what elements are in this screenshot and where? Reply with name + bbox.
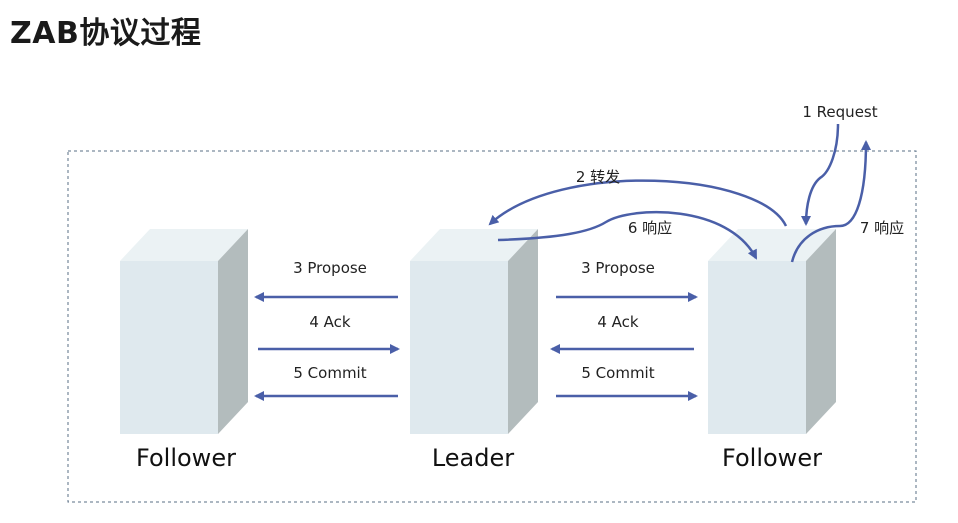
zab-diagram: Follower Leader Follower 3 Propose 4 Ack… [67,103,917,503]
request-label: 1 Request [802,103,877,121]
leader-box [410,229,538,434]
forward-label: 2 转发 [576,168,620,186]
propose-left-label: 3 Propose [293,259,367,277]
follower-right-box [708,229,836,434]
follower-left-box [120,229,248,434]
commit-left-label: 5 Commit [293,364,366,382]
response-follower-label: 6 响应 [628,219,672,237]
leader-label: Leader [432,444,514,472]
arrow-request [801,123,840,226]
commit-right-label: 5 Commit [581,364,654,382]
propose-right-label: 3 Propose [581,259,655,277]
ack-left-label: 4 Ack [309,313,351,331]
ack-right-label: 4 Ack [597,313,639,331]
follower-right-label: Follower [722,444,822,472]
response-client-label: 7 响应 [860,219,904,237]
follower-left-label: Follower [136,444,236,472]
